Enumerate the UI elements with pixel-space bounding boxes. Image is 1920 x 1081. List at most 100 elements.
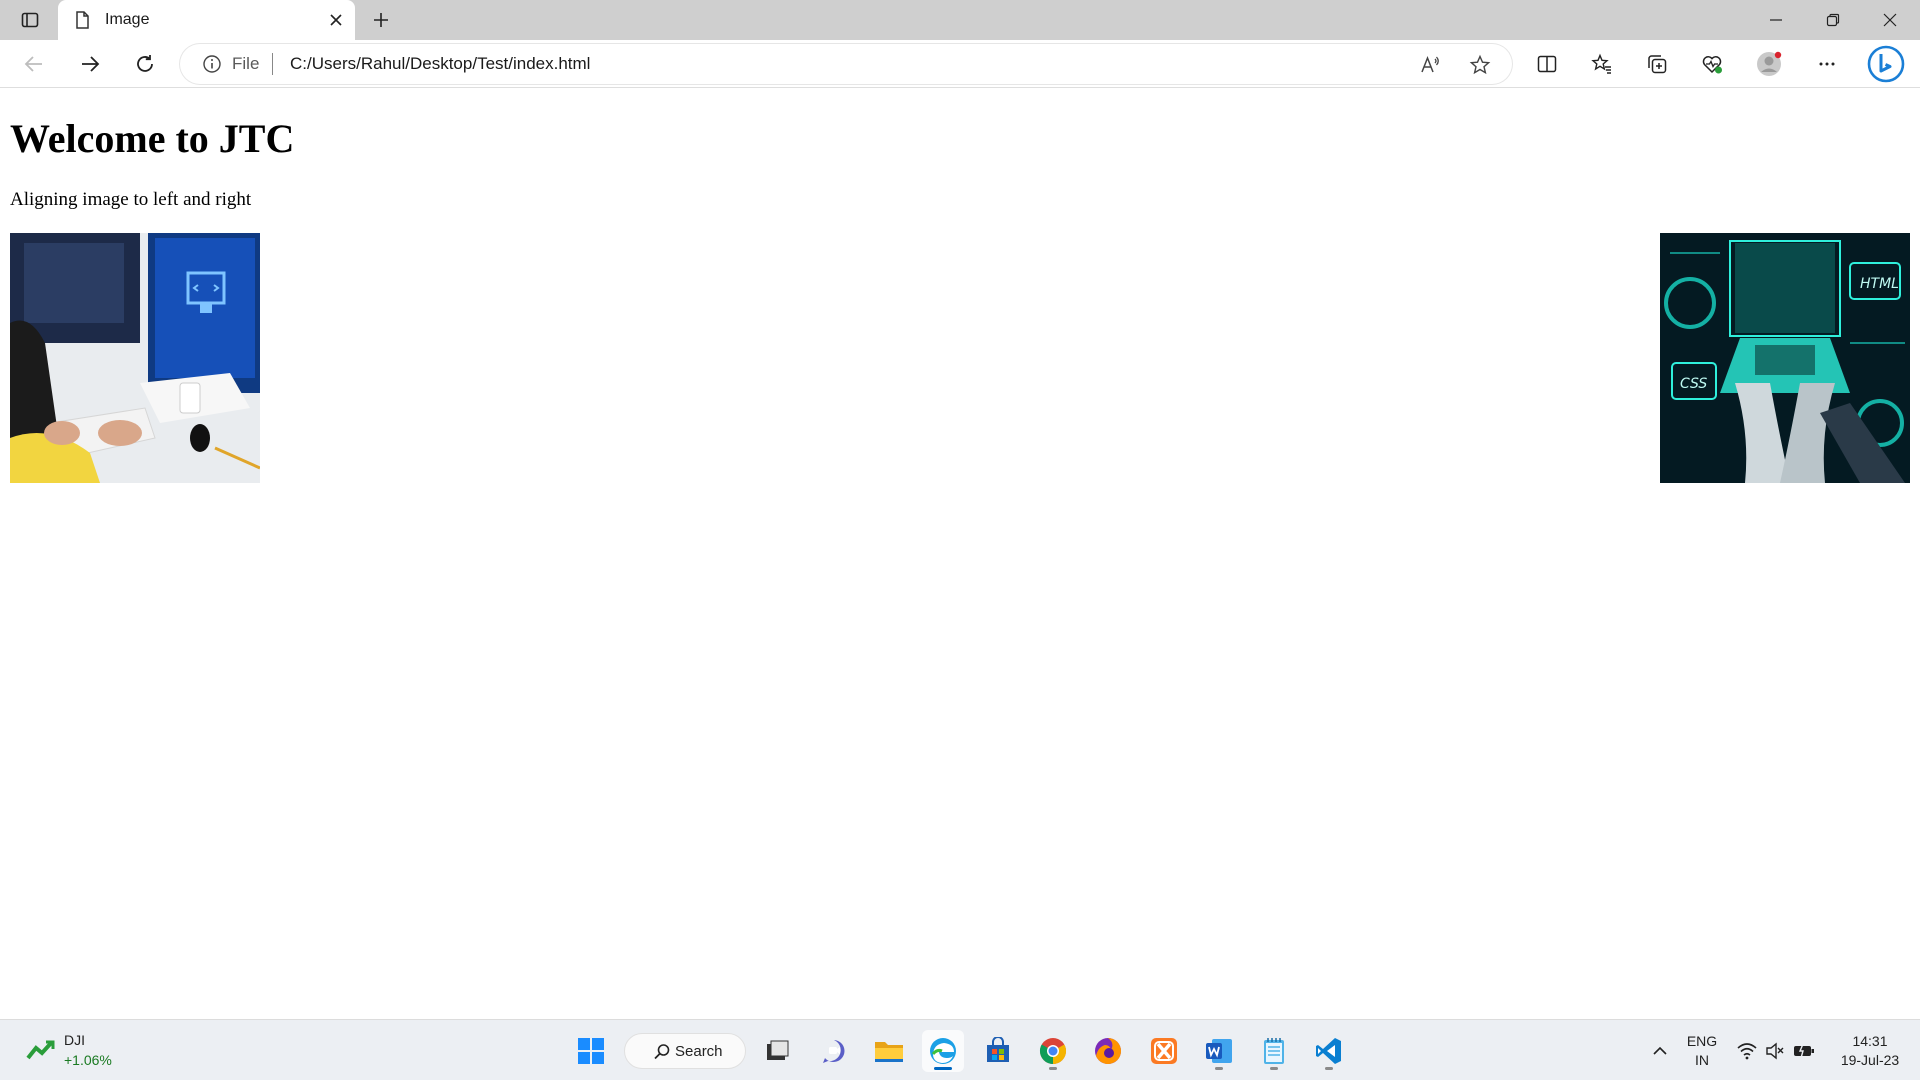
restore-icon bbox=[1826, 13, 1840, 27]
tab-strip: Image bbox=[0, 0, 1920, 40]
tab-actions-icon bbox=[21, 12, 39, 28]
avatar-icon bbox=[1757, 51, 1782, 76]
settings-and-more-button[interactable] bbox=[1810, 48, 1844, 80]
show-hidden-icons-button[interactable] bbox=[1644, 1020, 1676, 1081]
chrome-icon bbox=[1039, 1038, 1067, 1065]
favorites-button[interactable] bbox=[1585, 48, 1619, 80]
browser-essentials-button[interactable] bbox=[1695, 48, 1729, 80]
start-button[interactable] bbox=[570, 1030, 612, 1072]
collections-icon bbox=[1648, 55, 1667, 74]
chevron-up-icon bbox=[1653, 1046, 1667, 1055]
heart-pulse-icon bbox=[1702, 56, 1722, 74]
forward-arrow-icon bbox=[82, 56, 100, 72]
chrome-button[interactable] bbox=[1032, 1030, 1074, 1072]
plus-icon bbox=[374, 13, 388, 27]
back-arrow-icon bbox=[24, 56, 42, 72]
favorites-icon bbox=[1591, 53, 1611, 74]
edge-icon bbox=[930, 1038, 956, 1064]
forward-button[interactable] bbox=[72, 46, 108, 82]
read-aloud-icon bbox=[1421, 55, 1439, 73]
page-paragraph: Aligning image to left and right bbox=[10, 189, 252, 210]
quick-settings-button[interactable] bbox=[1734, 1020, 1818, 1081]
running-indicator bbox=[1325, 1067, 1333, 1070]
edge-button[interactable] bbox=[922, 1030, 964, 1072]
language-code: ENG bbox=[1686, 1032, 1718, 1049]
split-screen-icon bbox=[1537, 55, 1557, 73]
search-label: Search bbox=[675, 1043, 723, 1060]
refresh-icon bbox=[137, 55, 153, 72]
teams-chat-icon bbox=[823, 1040, 845, 1063]
stock-name: DJI bbox=[64, 1032, 85, 1048]
volume-muted-icon bbox=[1766, 1042, 1784, 1059]
profile-button[interactable] bbox=[1752, 48, 1786, 80]
split-screen-button[interactable] bbox=[1530, 48, 1564, 80]
language-indicator[interactable]: ENG IN bbox=[1682, 1020, 1722, 1081]
page-viewport: Welcome to JTC Aligning image to left an… bbox=[0, 89, 1920, 1019]
html-overlay-label: HTML bbox=[1860, 276, 1899, 292]
word-icon bbox=[1206, 1039, 1232, 1063]
language-region: IN bbox=[1695, 1051, 1709, 1068]
trend-up-icon bbox=[26, 1040, 55, 1060]
laptop-html-css-image: HTML CSS bbox=[1660, 233, 1910, 483]
close-icon bbox=[330, 14, 342, 26]
task-view-button[interactable] bbox=[756, 1030, 798, 1072]
word-button[interactable] bbox=[1198, 1030, 1240, 1072]
css-overlay-label: CSS bbox=[1680, 376, 1707, 392]
back-button[interactable] bbox=[16, 46, 52, 82]
restore-button[interactable] bbox=[1805, 0, 1861, 40]
new-tab-button[interactable] bbox=[366, 6, 396, 34]
taskbar: DJI +1.06% Search ENG IN 14:31 19-Jul-23 bbox=[0, 1019, 1920, 1080]
start-icon bbox=[578, 1038, 604, 1064]
running-indicator bbox=[1270, 1067, 1278, 1070]
close-tab-button[interactable] bbox=[324, 8, 348, 32]
running-indicator bbox=[1049, 1067, 1057, 1070]
clock-button[interactable]: 14:31 19-Jul-23 bbox=[1830, 1020, 1910, 1081]
xampp-button[interactable] bbox=[1143, 1030, 1185, 1072]
notepad-button[interactable] bbox=[1253, 1030, 1295, 1072]
address-separator bbox=[272, 53, 273, 75]
refresh-button[interactable] bbox=[127, 46, 163, 82]
stock-widget[interactable]: DJI +1.06% bbox=[24, 1032, 144, 1072]
info-icon[interactable] bbox=[202, 54, 222, 74]
running-indicator bbox=[1215, 1067, 1223, 1070]
more-icon bbox=[1819, 62, 1835, 66]
add-favorite-button[interactable] bbox=[1467, 52, 1493, 78]
clock-time: 14:31 bbox=[1852, 1032, 1888, 1049]
file-explorer-icon bbox=[875, 1042, 903, 1062]
search-icon bbox=[654, 1044, 670, 1060]
firefox-button[interactable] bbox=[1087, 1030, 1129, 1072]
page-heading: Welcome to JTC bbox=[10, 116, 295, 161]
stock-change: +1.06% bbox=[64, 1052, 112, 1068]
store-icon bbox=[987, 1037, 1009, 1062]
address-bar[interactable]: File C:/Users/Rahul/Desktop/Test/index.h… bbox=[180, 44, 1512, 84]
task-view-icon bbox=[767, 1040, 789, 1060]
bing-chat-button[interactable] bbox=[1866, 44, 1906, 84]
url-scheme: File bbox=[232, 54, 260, 73]
wifi-icon bbox=[1737, 1042, 1757, 1059]
battery-icon bbox=[1794, 1043, 1814, 1058]
active-indicator bbox=[934, 1067, 952, 1070]
close-window-button[interactable] bbox=[1862, 0, 1918, 40]
page-icon bbox=[76, 11, 89, 29]
store-button[interactable] bbox=[977, 1030, 1019, 1072]
tab-active[interactable]: Image bbox=[58, 0, 355, 40]
minimize-button[interactable] bbox=[1748, 0, 1804, 40]
bing-icon bbox=[1867, 45, 1905, 83]
vscode-button[interactable] bbox=[1308, 1030, 1350, 1072]
minimize-icon bbox=[1770, 19, 1782, 21]
teams-chat-button[interactable] bbox=[813, 1030, 855, 1072]
firefox-icon bbox=[1095, 1038, 1121, 1064]
taskbar-search[interactable]: Search bbox=[624, 1033, 746, 1069]
star-icon bbox=[1469, 54, 1491, 75]
read-aloud-button[interactable] bbox=[1417, 52, 1443, 78]
vscode-icon bbox=[1316, 1038, 1341, 1064]
close-window-icon bbox=[1883, 13, 1897, 27]
url-text[interactable]: C:/Users/Rahul/Desktop/Test/index.html bbox=[290, 54, 590, 74]
tab-actions-button[interactable] bbox=[14, 6, 46, 34]
file-explorer-button[interactable] bbox=[868, 1030, 910, 1072]
xampp-icon bbox=[1151, 1038, 1177, 1064]
notepad-icon bbox=[1264, 1038, 1284, 1064]
collections-button[interactable] bbox=[1640, 48, 1674, 80]
browser-toolbar: File C:/Users/Rahul/Desktop/Test/index.h… bbox=[0, 40, 1920, 88]
clock-date: 19-Jul-23 bbox=[1840, 1051, 1900, 1068]
